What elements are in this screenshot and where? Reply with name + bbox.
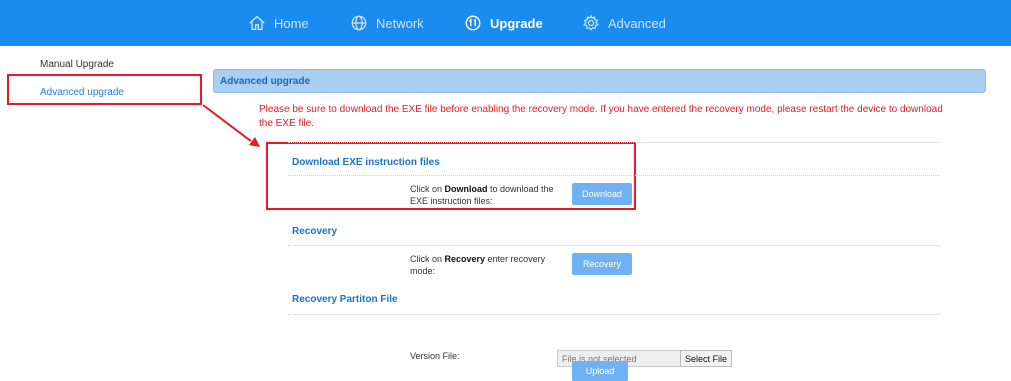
section-header-advanced-upgrade: Advanced upgrade (213, 69, 986, 93)
sidebar-item-manual-upgrade[interactable]: Manual Upgrade (8, 50, 198, 78)
sidebar-item-advanced-upgrade[interactable]: Advanced upgrade (8, 78, 198, 106)
annotation-arrow-line (202, 104, 252, 142)
sidebar-item-label: Manual Upgrade (40, 58, 114, 70)
divider (288, 245, 940, 246)
annotation-arrow-head (248, 137, 263, 152)
nav-home[interactable]: Home (248, 0, 309, 46)
version-file-label: Version File: (410, 351, 460, 361)
partition-section-title: Recovery Partiton File (292, 294, 398, 305)
nav-upgrade[interactable]: Upgrade (464, 0, 543, 46)
home-icon (249, 15, 265, 30)
divider (288, 175, 940, 176)
warning-message: Please be sure to download the EXE file … (259, 104, 943, 129)
nav-advanced[interactable]: Advanced (582, 0, 666, 46)
nav-upgrade-label: Upgrade (490, 15, 543, 31)
recovery-section-title: Recovery (292, 226, 338, 237)
globe-icon (351, 15, 367, 31)
recovery-description: Click on Recovery enter recovery mode: (410, 254, 546, 276)
recovery-button[interactable]: Recovery (572, 253, 632, 275)
upgrade-icon (465, 15, 481, 31)
section-title: Advanced upgrade (220, 75, 311, 87)
top-nav-bar: Home Network Upgrade Advanced (0, 0, 1011, 46)
divider (288, 314, 940, 315)
upload-button[interactable]: Upload (572, 361, 628, 381)
nav-network[interactable]: Network (350, 0, 424, 46)
gear-icon (583, 14, 599, 31)
sidebar-item-label: Advanced upgrade (40, 86, 124, 98)
select-file-button[interactable]: Select File (680, 350, 732, 367)
download-section-title: Download EXE instruction files (292, 157, 440, 168)
nav-network-label: Network (376, 15, 424, 31)
download-button[interactable]: Download (572, 183, 632, 205)
nav-advanced-label: Advanced (608, 15, 666, 31)
nav-home-label: Home (274, 15, 309, 31)
download-description: Click on Download to download the EXE in… (410, 184, 554, 206)
divider (288, 142, 940, 143)
